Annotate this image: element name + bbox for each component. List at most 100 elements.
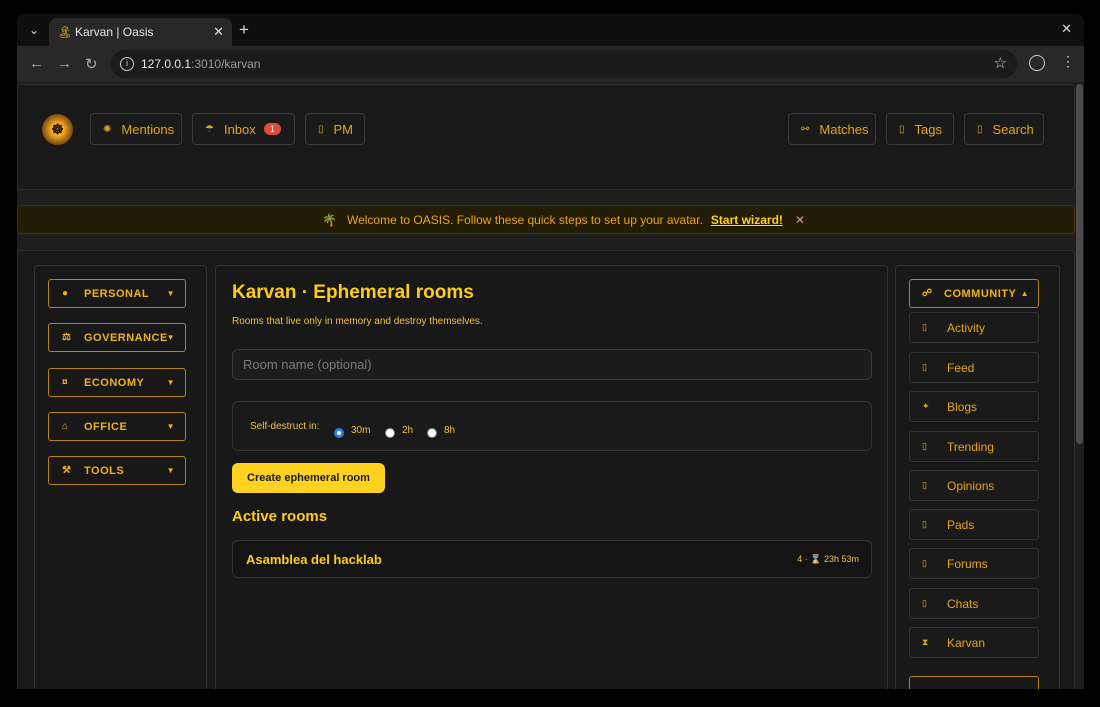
close-icon[interactable]: ✕ — [795, 213, 805, 227]
duration-radio-30m[interactable]: 30m — [334, 422, 370, 438]
community-item-trending[interactable]: ▯ Trending — [909, 431, 1039, 462]
governance-menu-button[interactable]: ⚖ GOVERNANCE ▼ — [48, 323, 186, 352]
radio-icon[interactable] — [427, 428, 437, 438]
tags-label: Tags — [914, 121, 942, 137]
tools-menu-button[interactable]: ⚒ TOOLS ▼ — [48, 456, 186, 485]
self-destruct-label: Self-destruct in: — [250, 421, 320, 432]
matches-label: Matches — [819, 121, 869, 137]
box-icon: ▯ — [922, 441, 927, 451]
duration-label: 2h — [402, 424, 414, 436]
community-item-opinions[interactable]: ▯ Opinions — [909, 470, 1039, 501]
next-menu-button[interactable] — [909, 676, 1039, 689]
main-panel: Karvan · Ephemeral rooms Rooms that live… — [215, 265, 888, 689]
house-icon: ⌂ — [62, 421, 69, 432]
welcome-banner: 🌴 Welcome to OASIS. Follow these quick s… — [17, 205, 1075, 234]
bookmark-star-icon[interactable]: ☆ — [994, 54, 1007, 72]
item-label: Karvan — [947, 635, 986, 650]
chevron-down-icon: ▼ — [166, 289, 175, 298]
browser-toolbar: ← → ↻ i 127.0.0.1:3010/karvan ☆ ⋮ — [17, 46, 1084, 82]
community-item-chats[interactable]: ▯ Chats — [909, 588, 1039, 619]
box-icon: ▯ — [318, 123, 324, 135]
personal-icon: ● — [62, 288, 69, 299]
content-area: ● PERSONAL ▼ ⚖ GOVERNANCE ▼ ¤ ECONOMY ▼ … — [17, 250, 1075, 689]
infinity-icon: ⚯ — [801, 123, 810, 135]
community-item-pads[interactable]: ▯ Pads — [909, 509, 1039, 540]
create-room-button[interactable]: Create ephemeral room — [232, 463, 385, 493]
mentions-label: Mentions — [121, 121, 175, 137]
left-sidebar: ● PERSONAL ▼ ⚖ GOVERNANCE ▼ ¤ ECONOMY ▼ … — [34, 265, 207, 689]
community-item-activity[interactable]: ▯ Activity — [909, 312, 1039, 343]
pm-button[interactable]: ▯ PM — [305, 113, 365, 145]
chevron-down-icon: ▼ — [166, 333, 175, 342]
tab-close-icon[interactable]: ✕ — [213, 24, 224, 40]
inbox-count-badge: 1 — [263, 123, 281, 135]
menu-label: PERSONAL — [84, 287, 150, 300]
back-icon[interactable]: ← — [29, 55, 44, 72]
inbox-label: Inbox — [223, 121, 256, 137]
profile-icon[interactable] — [1029, 55, 1045, 71]
inbox-button[interactable]: ☂ Inbox 1 — [192, 113, 295, 145]
site-header: ☸ ✺ Mentions ☂ Inbox 1 ▯ PM ⚯ Matches ▯ … — [17, 84, 1075, 190]
right-sidebar: ☍ COMMUNITY ▲ ▯ Activity ▯ Feed ✦ Blogs — [895, 265, 1060, 689]
radio-selected-icon[interactable] — [334, 428, 344, 438]
menu-label: ECONOMY — [84, 376, 145, 389]
box-icon: ▯ — [922, 519, 927, 529]
matches-button[interactable]: ⚯ Matches — [788, 113, 876, 145]
office-menu-button[interactable]: ⌂ OFFICE ▼ — [48, 412, 186, 441]
community-item-forums[interactable]: ▯ Forums — [909, 548, 1039, 579]
banner-text: Welcome to OASIS. Follow these quick ste… — [346, 213, 703, 227]
tab-search-icon[interactable]: ⌄ — [25, 21, 43, 39]
forward-icon[interactable]: → — [57, 55, 72, 72]
tab-strip: ⌄ 🏝 Karvan | Oasis ✕ + ✕ — [17, 14, 1084, 46]
window-close-icon[interactable]: ✕ — [1061, 21, 1072, 37]
item-label: Pads — [947, 517, 975, 532]
new-tab-icon[interactable]: + — [239, 20, 249, 40]
personal-menu-button[interactable]: ● PERSONAL ▼ — [48, 279, 186, 308]
chevron-up-icon: ▲ — [1020, 289, 1029, 298]
menu-label: GOVERNANCE — [84, 331, 168, 344]
page-scrollbar[interactable] — [1076, 84, 1083, 444]
item-label: Opinions — [947, 478, 995, 493]
mentions-button[interactable]: ✺ Mentions — [90, 113, 182, 145]
duration-label: 8h — [444, 424, 456, 436]
community-item-feed[interactable]: ▯ Feed — [909, 352, 1039, 383]
search-button[interactable]: ▯ Search — [964, 113, 1044, 145]
community-item-karvan[interactable]: ⧗ Karvan — [909, 627, 1039, 658]
box-icon: ▯ — [977, 123, 983, 135]
community-item-blogs[interactable]: ✦ Blogs — [909, 391, 1039, 422]
economy-menu-button[interactable]: ¤ ECONOMY ▼ — [48, 368, 186, 397]
sun-icon: ✺ — [103, 123, 112, 135]
sparkle-icon: ✦ — [922, 401, 930, 411]
oasis-logo[interactable]: ☸ — [42, 114, 73, 145]
browser-window: ⌄ 🏝 Karvan | Oasis ✕ + ✕ ← → ↻ i 127.0.0… — [17, 14, 1084, 689]
pm-label: PM — [333, 121, 354, 137]
box-icon: ▯ — [922, 480, 927, 490]
radio-icon[interactable] — [385, 428, 395, 438]
umbrella-icon: ☂ — [205, 123, 214, 135]
hourglass-icon: ⧗ — [922, 637, 929, 647]
room-meta: 4 · ⌛ 23h 53m — [797, 554, 859, 564]
menu-kebab-icon[interactable]: ⋮ — [1061, 53, 1075, 70]
duration-radio-8h[interactable]: 8h — [427, 422, 455, 438]
search-label: Search — [992, 121, 1034, 137]
item-label: Forums — [947, 556, 988, 571]
room-name-input[interactable] — [232, 349, 872, 380]
chevron-down-icon: ▼ — [166, 466, 175, 475]
tags-button[interactable]: ▯ Tags — [886, 113, 954, 145]
address-bar[interactable]: i 127.0.0.1:3010/karvan ☆ — [111, 50, 1017, 78]
item-label: Blogs — [947, 399, 978, 414]
room-row[interactable]: Asamblea del hacklab 4 · ⌛ 23h 53m — [232, 540, 872, 578]
start-wizard-link[interactable]: Start wizard! — [711, 213, 783, 227]
browser-tab[interactable]: 🏝 Karvan | Oasis ✕ — [49, 18, 232, 46]
site-info-icon[interactable]: i — [120, 57, 134, 71]
duration-radio-2h[interactable]: 2h — [385, 422, 413, 438]
chevron-down-icon: ▼ — [166, 422, 175, 431]
page-subtitle: Rooms that live only in memory and destr… — [232, 316, 483, 327]
tab-title: Karvan | Oasis — [75, 25, 154, 39]
reload-icon[interactable]: ↻ — [85, 55, 98, 73]
community-menu-button[interactable]: ☍ COMMUNITY ▲ — [909, 279, 1039, 308]
box-icon: ▯ — [922, 362, 927, 372]
box-icon: ▯ — [922, 558, 927, 568]
room-name[interactable]: Asamblea del hacklab — [246, 552, 382, 567]
item-label: Chats — [947, 596, 979, 611]
